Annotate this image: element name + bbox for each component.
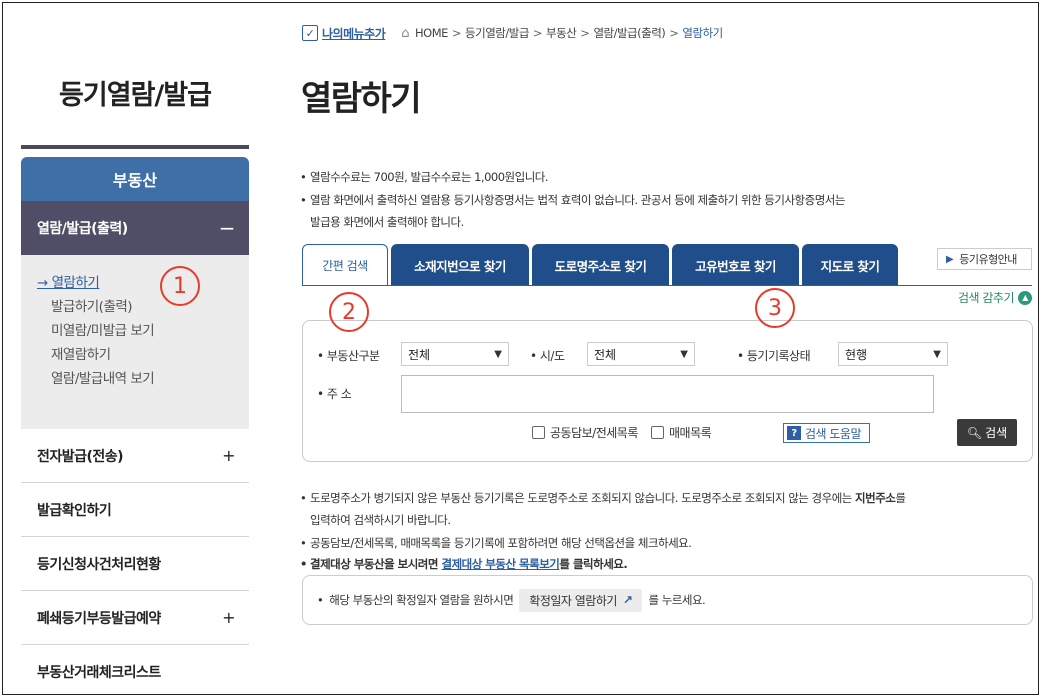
chevron-up-icon: ▲ (1018, 290, 1033, 305)
nav-label: 등기신청사건처리현황 (37, 556, 161, 573)
confirmation-text: 해당 부동산의 확정일자 열람을 원하시면 (329, 593, 514, 607)
sidebar-title: 등기열람/발급 (59, 80, 212, 111)
tab-map[interactable]: 지도로 찾기 (802, 244, 898, 286)
registry-status-label: • 등기기록상태 (737, 349, 811, 363)
breadcrumb: ✓ 나의메뉴추가 ⌂ HOME > 등기열람/발급 > 부동산 > 열람/발급(… (302, 23, 725, 43)
breadcrumb-separator: > (580, 26, 590, 40)
breadcrumb-realestate[interactable]: 부동산 (546, 25, 577, 41)
chevron-down-icon: ▼ (680, 348, 688, 360)
confirmation-text-end: 를 누르세요. (648, 593, 706, 607)
breadcrumb-separator: > (451, 26, 462, 40)
sido-select[interactable]: 전체 ▼ (587, 342, 695, 366)
sido-label: • 시/도 (530, 349, 565, 363)
sidebar-item-case-status[interactable]: 등기신청사건처리현황 (21, 537, 249, 591)
tab-lot-number[interactable]: 소재지번으로 찾기 (391, 244, 529, 286)
page-frame: 등기열람/발급 부동산 열람/발급(출력) − → 열람하기 발급하기(출력) … (2, 2, 1039, 695)
home-icon[interactable]: ⌂ (401, 26, 409, 41)
checkbox-icon (651, 426, 664, 439)
annotation-circle-1: 1 (160, 266, 200, 306)
hide-search-toggle[interactable]: 검색 감추기 ▲ (958, 289, 1033, 306)
breadcrumb-separator: > (532, 26, 543, 40)
notice-legal-cont: 발급용 화면에서 출력해야 합니다. (310, 215, 464, 229)
checkbox-icon (532, 426, 545, 439)
sidebar-group-label: 열람/발급(출력) (37, 221, 128, 237)
property-type-select[interactable]: 전체 ▼ (401, 342, 509, 366)
tab-road-address[interactable]: 도로명주소로 찾기 (532, 244, 669, 286)
breadcrumb-view-issue-print[interactable]: 열람/발급(출력) (593, 25, 665, 41)
nav-label: 부동산거래체크리스트 (37, 665, 161, 681)
question-icon: ? (787, 426, 801, 440)
nav-label: 전자발급(전송) (37, 448, 124, 465)
notice-road-address-cont: 입력하여 검색하시기 바랍니다. (310, 513, 451, 527)
sidebar-item-history[interactable]: 열람/발급내역 보기 (21, 367, 249, 391)
sidebar-item-closed-reservation[interactable]: 폐쇄등기부등발급예약 + (21, 591, 249, 645)
address-label: • 주 소 (317, 387, 352, 401)
external-link-icon: ↗ (622, 593, 633, 607)
sidebar-item-review[interactable]: 재열람하기 (21, 343, 249, 367)
expand-icon[interactable]: + (222, 608, 235, 627)
search-panel: • 부동산구분 전체 ▼ • 시/도 전체 ▼ • 등기기록상태 현행 ▼ • 주 소… (302, 320, 1033, 462)
sidebar-item-e-issue[interactable]: 전자발급(전송) + (21, 429, 249, 483)
add-my-menu-link[interactable]: 나의메뉴추가 (322, 25, 386, 42)
confirmation-date-view-button[interactable]: 확정일자 열람하기 ↗ (519, 588, 643, 612)
tab-simple-search[interactable]: 간편 검색 (302, 244, 388, 286)
notice-fee: • 열람수수료는 700원, 발급수수료는 1,000원입니다. (300, 170, 549, 184)
breadcrumb-separator: > (669, 26, 679, 40)
guide-label: 등기유형안내 (959, 253, 1017, 266)
tab-unique-number[interactable]: 고유번호로 찾기 (672, 244, 799, 286)
sidebar-item-view[interactable]: → 열람하기 (21, 271, 249, 295)
notice-options: • 공동담보/전세목록, 매매목록을 등기기록에 포함하려면 해당 선택옵션을 체… (300, 536, 692, 550)
annotation-circle-2: 2 (329, 292, 369, 332)
expand-icon[interactable]: + (222, 446, 235, 465)
chevron-down-icon: ▼ (494, 348, 502, 360)
search-icon: 🔍︎ (966, 425, 983, 440)
hide-search-label: 검색 감추기 (958, 291, 1015, 305)
nav-label: 발급확인하기 (37, 502, 112, 519)
address-input[interactable] (401, 375, 934, 413)
page-title: 열람하기 (301, 79, 422, 119)
chevron-down-icon: ▼ (933, 348, 941, 360)
sidebar-divider (21, 145, 249, 149)
breadcrumb-view-issue[interactable]: 등기열람/발급 (465, 25, 529, 41)
breadcrumb-home[interactable]: HOME (415, 26, 448, 40)
collapse-icon[interactable]: − (219, 216, 236, 240)
registry-type-guide-button[interactable]: ▶ 등기유형안내 (937, 248, 1032, 270)
checkbox-check-icon[interactable]: ✓ (302, 25, 318, 41)
joint-collateral-checkbox[interactable]: 공동담보/전세목록 (532, 424, 638, 441)
tab-underline (302, 285, 1032, 286)
sidebar-item-unviewed[interactable]: 미열람/미발급 보기 (21, 319, 249, 343)
search-help-button[interactable]: ? 검색 도움말 (783, 423, 871, 443)
sidebar-item-issue[interactable]: 발급하기(출력) (21, 295, 249, 319)
notice-legal: • 열람 화면에서 출력하신 열람용 등기사항증명서는 법적 효력이 없습니다. … (300, 193, 845, 207)
payment-list-link[interactable]: 결제대상 부동산 목록보기 (441, 557, 559, 571)
sidebar-group-view-issue[interactable]: 열람/발급(출력) − (21, 201, 249, 255)
annotation-circle-3: 3 (755, 288, 795, 328)
sidebar-category-realestate[interactable]: 부동산 (21, 157, 249, 201)
registry-status-select[interactable]: 현행 ▼ (838, 342, 948, 366)
arrow-right-icon: ▶ (946, 253, 954, 265)
property-type-label: • 부동산구분 (317, 349, 380, 363)
search-button[interactable]: 🔍︎ 검색 (957, 419, 1017, 446)
breadcrumb-current: 열람하기 (682, 26, 723, 40)
search-tabs: 간편 검색 소재지번으로 찾기 도로명주소로 찾기 고유번호로 찾기 지도로 찾… (302, 244, 901, 286)
sidebar-item-checklist[interactable]: 부동산거래체크리스트 (21, 645, 249, 694)
confirmation-date-box: • 해당 부동산의 확정일자 열람을 원하시면 확정일자 열람하기 ↗ 를 누르세… (302, 575, 1033, 625)
notice-road-address: • 도로명주소가 병기되지 않은 부동산 등기기록은 도로명주소로 조회되지 않습… (300, 491, 906, 505)
sale-list-checkbox[interactable]: 매매목록 (651, 424, 712, 441)
notice-payment: • 결제대상 부동산을 보시려면 결제대상 부동산 목록보기를 클릭하세요. (300, 557, 628, 571)
sidebar-item-verify[interactable]: 발급확인하기 (21, 483, 249, 537)
sidebar-sublist: → 열람하기 발급하기(출력) 미열람/미발급 보기 재열람하기 열람/발급내역… (21, 255, 249, 429)
nav-label: 폐쇄등기부등발급예약 (37, 610, 161, 627)
